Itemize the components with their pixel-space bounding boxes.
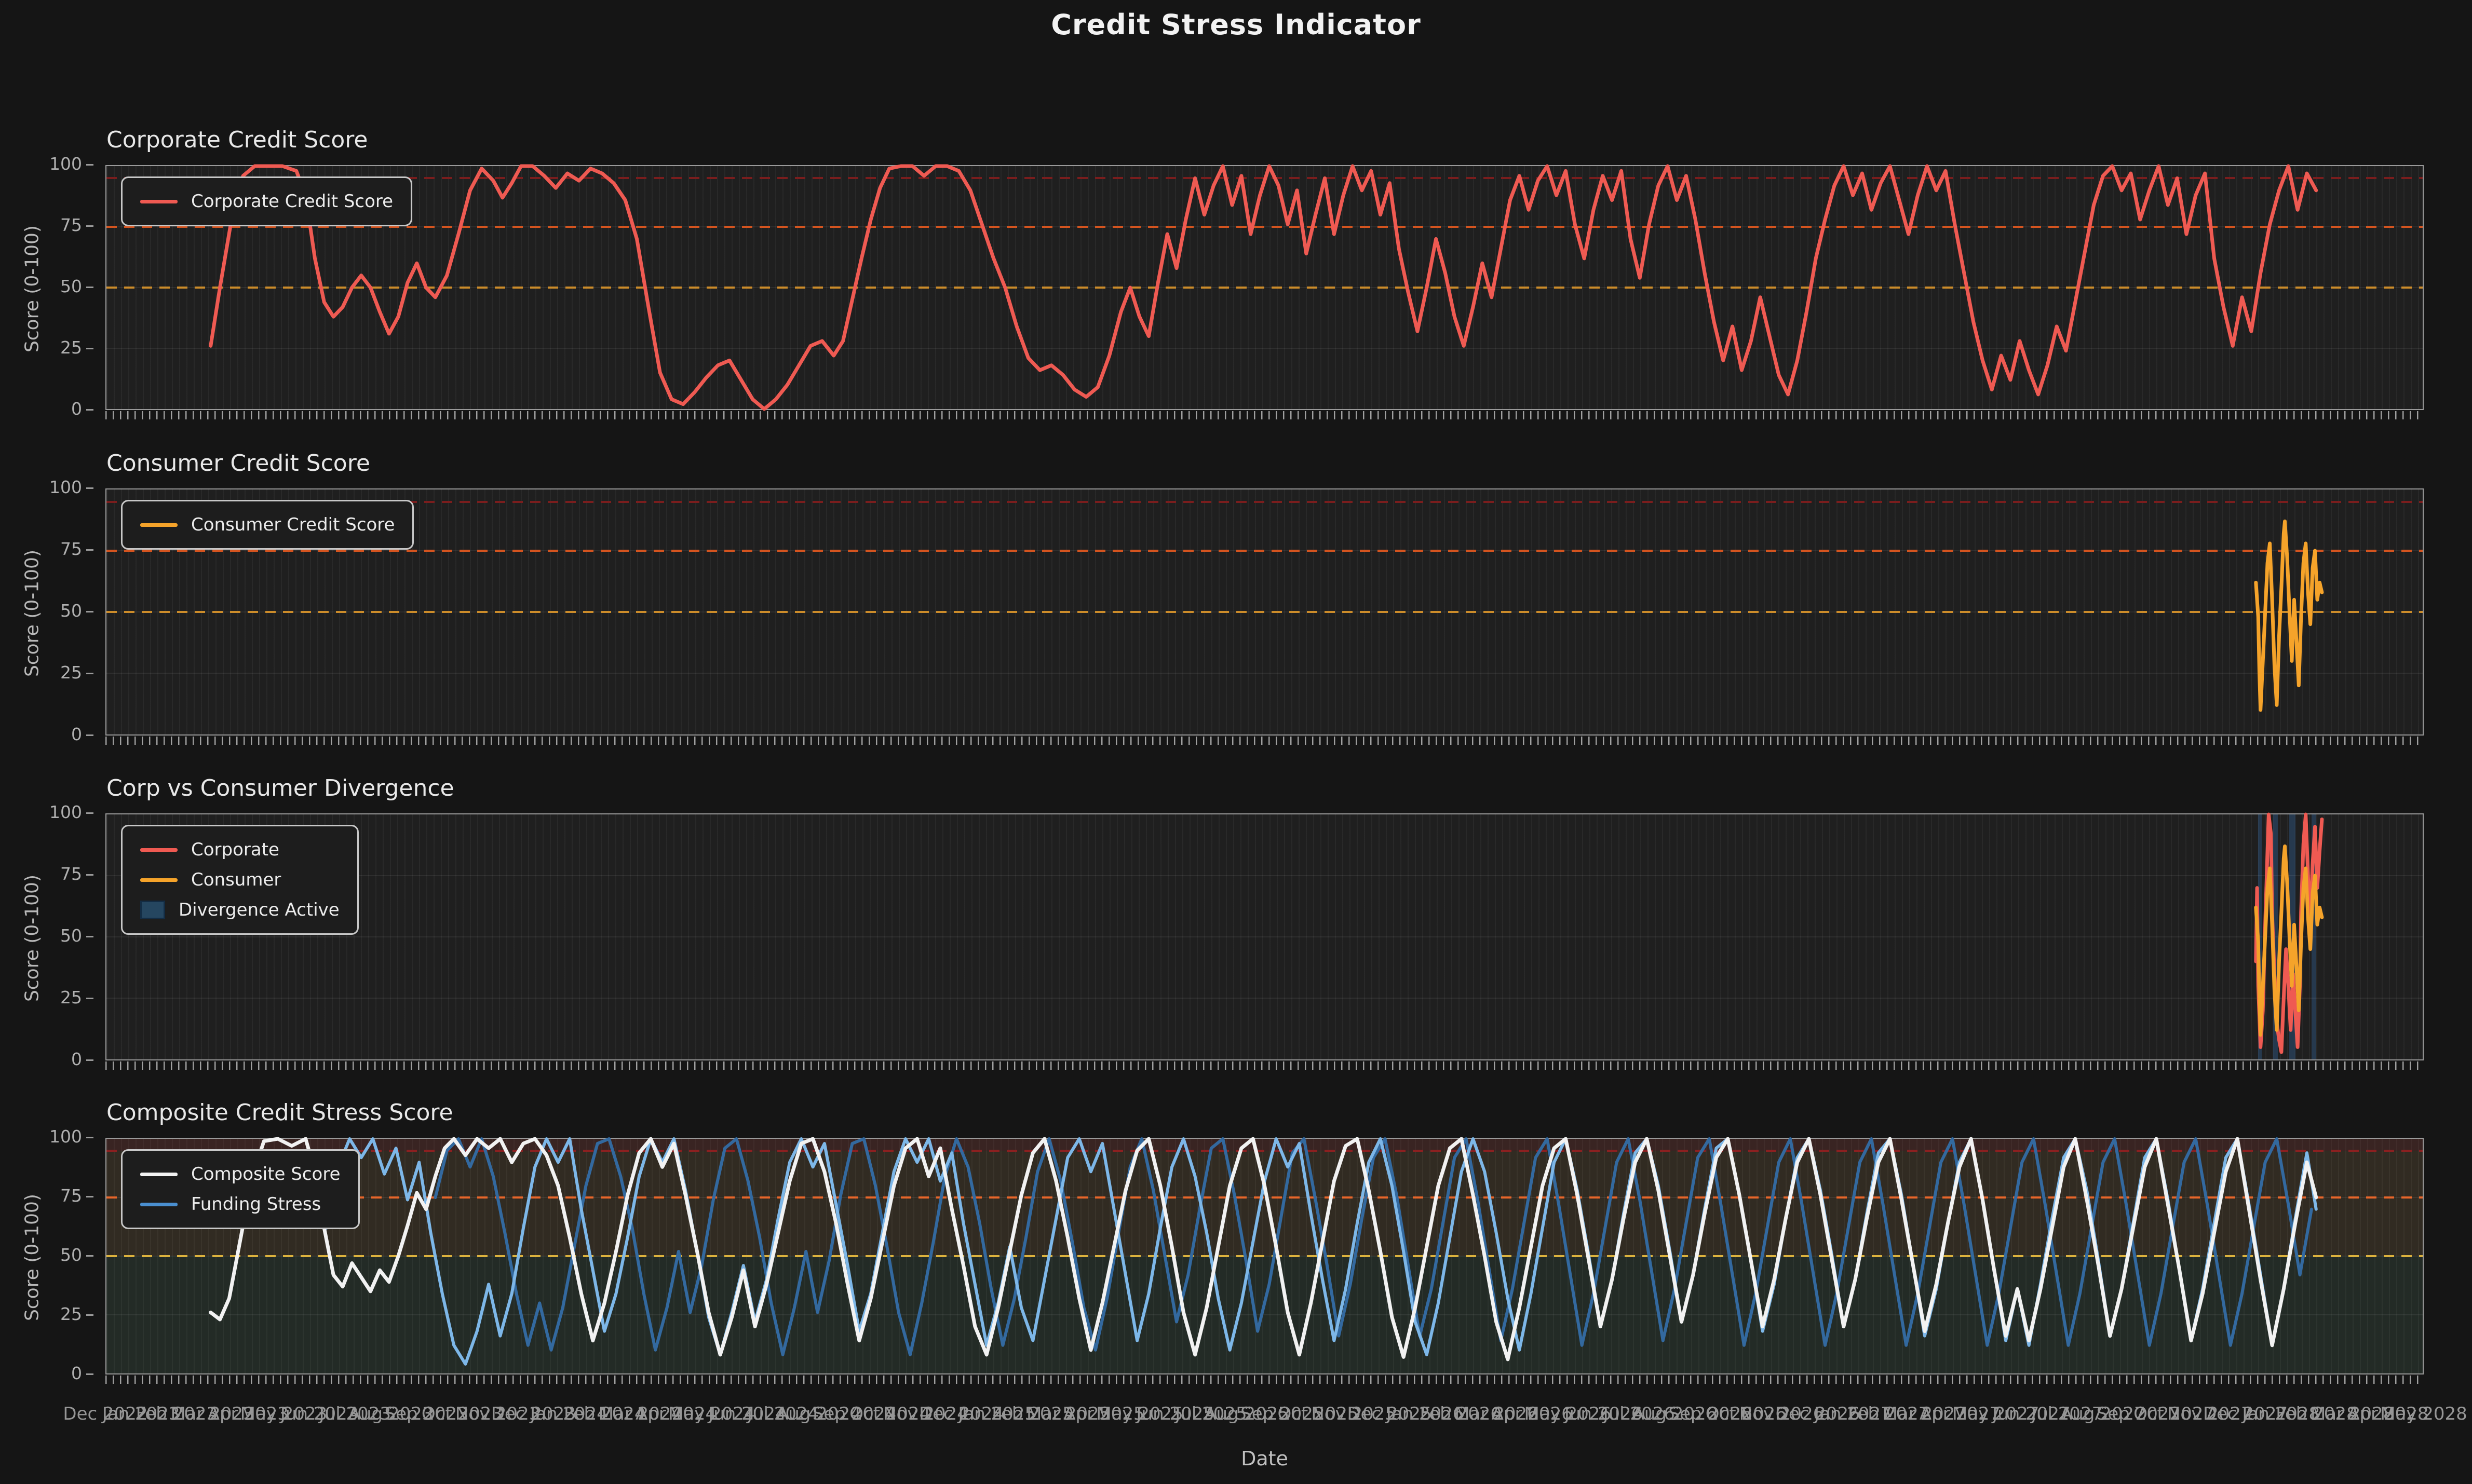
legend-label: Consumer bbox=[191, 869, 281, 890]
y-tick-label: 75 bbox=[16, 539, 93, 559]
legend-label: Composite Score bbox=[191, 1164, 341, 1185]
legend-consumer: Consumer Credit Score bbox=[121, 500, 414, 550]
series-line-composite-score bbox=[211, 1139, 2316, 1359]
legend-item: Composite Score bbox=[138, 1159, 343, 1189]
series-line-consumer-credit-score bbox=[2256, 521, 2322, 710]
x-tick-labels: Dec 2022Jan 2023Feb 2023Mar 2023Apr 2023… bbox=[0, 1404, 2472, 1435]
series-line-corporate-credit-score bbox=[211, 166, 2316, 409]
x-tick-marks bbox=[105, 1376, 2424, 1384]
y-tick-label: 100 bbox=[16, 477, 93, 497]
series-canvas bbox=[106, 489, 2423, 734]
legend-item: Consumer Credit Score bbox=[138, 510, 397, 540]
series-canvas bbox=[106, 814, 2423, 1059]
y-tick-mark bbox=[86, 1255, 93, 1257]
y-tick-label: 75 bbox=[16, 1186, 93, 1206]
y-tick-label: 75 bbox=[16, 864, 93, 884]
y-tick-label: 75 bbox=[16, 215, 93, 235]
plot-area-divergence bbox=[105, 813, 2424, 1060]
subplot-title-consumer: Consumer Credit Score bbox=[106, 450, 370, 476]
x-tick-label: May 2028 bbox=[2380, 1404, 2467, 1424]
y-tick-mark bbox=[86, 225, 93, 227]
y-tick-label: 0 bbox=[16, 1049, 93, 1069]
legend-item: Corporate Credit Score bbox=[138, 186, 395, 216]
y-tick-label: 25 bbox=[16, 337, 93, 358]
y-tick-mark bbox=[86, 348, 93, 349]
y-tick-mark bbox=[86, 734, 93, 736]
legend-line-sample bbox=[140, 200, 178, 203]
y-tick-mark bbox=[86, 936, 93, 937]
plot-area-consumer bbox=[105, 488, 2424, 736]
y-tick-label: 25 bbox=[16, 662, 93, 683]
y-tick-label: 100 bbox=[16, 1126, 93, 1147]
legend-item: Consumer bbox=[138, 865, 342, 895]
y-tick-mark bbox=[86, 549, 93, 551]
y-tick-mark bbox=[86, 409, 93, 411]
y-tick-mark bbox=[86, 812, 93, 814]
plot-area-composite bbox=[105, 1138, 2424, 1374]
series-canvas bbox=[106, 166, 2423, 409]
x-tick-marks bbox=[105, 1061, 2424, 1070]
subplot-title-composite: Composite Credit Stress Score bbox=[106, 1099, 453, 1126]
y-tick-mark bbox=[86, 673, 93, 674]
y-tick-mark bbox=[86, 164, 93, 166]
y-tick-label: 0 bbox=[16, 1363, 93, 1383]
y-tick-label: 100 bbox=[16, 802, 93, 822]
y-tick-mark bbox=[86, 1137, 93, 1138]
legend-label: Corporate bbox=[191, 839, 279, 860]
y-tick-mark bbox=[86, 1314, 93, 1316]
plot-area-corporate bbox=[105, 165, 2424, 410]
y-tick-mark bbox=[86, 998, 93, 999]
y-tick-mark bbox=[86, 1373, 93, 1375]
legend-item: Corporate bbox=[138, 835, 342, 865]
legend-line-sample bbox=[140, 523, 178, 527]
legend-composite: Composite Score Funding Stress bbox=[121, 1149, 360, 1229]
y-tick-mark bbox=[86, 1059, 93, 1061]
credit-stress-figure: Credit Stress Indicator Corporate Credit… bbox=[0, 0, 2472, 1484]
y-tick-mark bbox=[86, 874, 93, 876]
legend-label: Funding Stress bbox=[191, 1194, 321, 1215]
legend-divergence: Corporate Consumer Divergence Active bbox=[121, 825, 359, 935]
figure-title: Credit Stress Indicator bbox=[0, 8, 2472, 41]
series-line-funding-stress-dark- bbox=[435, 1139, 2311, 1355]
x-tick-marks bbox=[105, 737, 2424, 745]
legend-patch-sample bbox=[140, 901, 165, 919]
y-tick-label: 25 bbox=[16, 1304, 93, 1324]
y-tick-label: 0 bbox=[16, 399, 93, 419]
y-tick-mark bbox=[86, 487, 93, 489]
y-tick-mark bbox=[86, 1196, 93, 1197]
legend-label: Consumer Credit Score bbox=[191, 514, 395, 535]
subplot-title-divergence: Corp vs Consumer Divergence bbox=[106, 775, 454, 801]
y-tick-label: 50 bbox=[16, 601, 93, 621]
y-tick-label: 0 bbox=[16, 724, 93, 744]
y-tick-label: 100 bbox=[16, 154, 93, 174]
legend-item: Funding Stress bbox=[138, 1189, 343, 1219]
y-tick-mark bbox=[86, 611, 93, 612]
legend-label: Corporate Credit Score bbox=[191, 191, 393, 212]
y-tick-label: 50 bbox=[16, 925, 93, 946]
legend-line-sample bbox=[140, 878, 178, 882]
legend-line-sample bbox=[140, 848, 178, 852]
y-tick-label: 25 bbox=[16, 987, 93, 1008]
x-axis-label: Date bbox=[105, 1447, 2424, 1470]
y-tick-label: 50 bbox=[16, 1245, 93, 1265]
x-tick-marks bbox=[105, 411, 2424, 419]
series-canvas bbox=[106, 1139, 2423, 1373]
y-tick-label: 50 bbox=[16, 276, 93, 296]
legend-line-sample bbox=[140, 1203, 178, 1206]
legend-label: Divergence Active bbox=[179, 900, 340, 920]
subplot-title-corporate: Corporate Credit Score bbox=[106, 127, 368, 153]
y-tick-mark bbox=[86, 287, 93, 288]
legend-line-sample bbox=[140, 1173, 178, 1176]
legend-item: Divergence Active bbox=[138, 895, 342, 925]
legend-corporate: Corporate Credit Score bbox=[121, 176, 412, 226]
